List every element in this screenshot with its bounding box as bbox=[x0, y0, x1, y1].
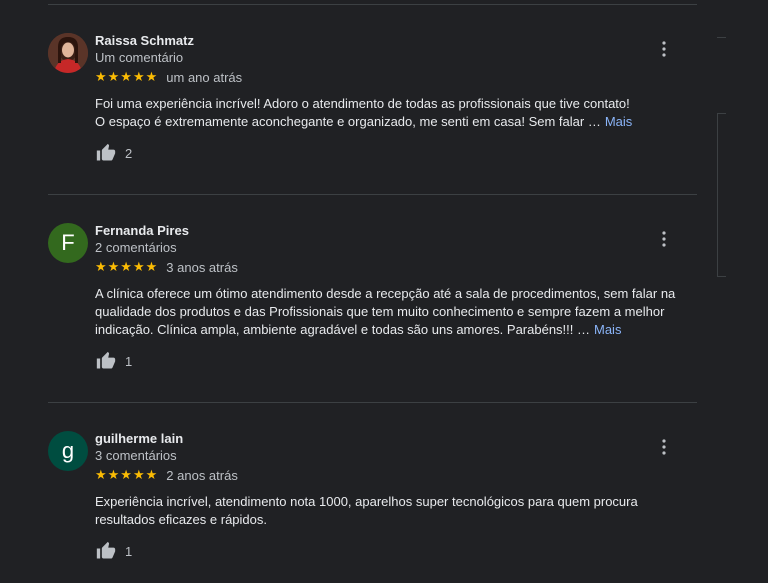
scrollbar[interactable] bbox=[717, 113, 726, 277]
review-text: Foi uma experiência incrível! Adoro o at… bbox=[95, 95, 655, 131]
avatar-letter: g bbox=[61, 438, 75, 463]
review-text-line: O espaço é extremamente aconchegante e o… bbox=[95, 114, 601, 129]
reviewer-avatar[interactable] bbox=[48, 33, 88, 73]
more-vert-icon bbox=[662, 439, 666, 455]
divider bbox=[48, 402, 697, 403]
like-button[interactable]: 1 bbox=[95, 541, 132, 561]
reviewer-name[interactable]: guilherme lain bbox=[95, 431, 183, 446]
like-count: 1 bbox=[125, 353, 133, 369]
star-rating: ★★★★★ bbox=[95, 259, 159, 274]
review-text-line: Experiência incrível, atendimento nota 1… bbox=[95, 494, 638, 509]
review-time: 3 anos atrás bbox=[166, 259, 238, 275]
more-options-button[interactable] bbox=[654, 435, 674, 459]
avatar-photo-icon bbox=[48, 33, 88, 73]
reviewer-name[interactable]: Fernanda Pires bbox=[95, 223, 189, 238]
reviewer-review-count: Um comentário bbox=[95, 50, 184, 65]
review-text-line: resultados eficazes e rápidos. bbox=[95, 512, 267, 527]
review-card: g guilherme lain 3 comentários ★★★★★ 2 a… bbox=[48, 431, 697, 571]
reviewer-review-count: 2 comentários bbox=[95, 240, 177, 255]
like-button[interactable]: 1 bbox=[95, 351, 132, 371]
review-card: Raissa Schmatz Um comentário ★★★★★ um an… bbox=[48, 33, 697, 183]
thumbs-up-icon bbox=[96, 541, 116, 559]
more-link[interactable]: Mais bbox=[605, 114, 632, 129]
reviewer-name[interactable]: Raissa Schmatz bbox=[95, 33, 194, 48]
like-count: 2 bbox=[125, 145, 133, 161]
review-text: A clínica oferece um ótimo atendimento d… bbox=[95, 285, 685, 339]
more-vert-icon bbox=[662, 231, 666, 247]
avatar-letter: F bbox=[61, 230, 75, 255]
reviews-panel: Raissa Schmatz Um comentário ★★★★★ um an… bbox=[48, 0, 697, 583]
reviewer-avatar[interactable]: F bbox=[48, 223, 88, 263]
like-count: 1 bbox=[125, 543, 133, 559]
thumbs-up-icon bbox=[96, 351, 116, 369]
more-vert-icon bbox=[662, 41, 666, 57]
more-options-button[interactable] bbox=[654, 227, 674, 251]
more-options-button[interactable] bbox=[654, 37, 674, 61]
review-text-line: A clínica oferece um ótimo atendimento d… bbox=[95, 286, 676, 301]
scrollbar-track-mark bbox=[717, 37, 726, 38]
like-button[interactable]: 2 bbox=[95, 143, 132, 163]
review-card: F Fernanda Pires 2 comentários ★★★★★ 3 a… bbox=[48, 223, 697, 383]
rating-row: ★★★★★ 3 anos atrás bbox=[95, 259, 238, 275]
review-text-line: Foi uma experiência incrível! Adoro o at… bbox=[95, 96, 630, 111]
rating-row: ★★★★★ um ano atrás bbox=[95, 69, 242, 85]
rating-row: ★★★★★ 2 anos atrás bbox=[95, 467, 238, 483]
divider bbox=[48, 194, 697, 195]
review-text: Experiência incrível, atendimento nota 1… bbox=[95, 493, 655, 529]
divider bbox=[48, 4, 697, 5]
review-time: 2 anos atrás bbox=[166, 467, 238, 483]
review-text-line: indicação. Clínica ampla, ambiente agrad… bbox=[95, 322, 590, 337]
more-link[interactable]: Mais bbox=[594, 322, 621, 337]
star-rating: ★★★★★ bbox=[95, 467, 159, 482]
review-text-line: qualidade dos produtos e das Profissiona… bbox=[95, 304, 665, 319]
star-rating: ★★★★★ bbox=[95, 69, 159, 84]
reviewer-avatar[interactable]: g bbox=[48, 431, 88, 471]
reviewer-review-count: 3 comentários bbox=[95, 448, 177, 463]
review-time: um ano atrás bbox=[166, 69, 243, 85]
thumbs-up-icon bbox=[96, 143, 116, 161]
